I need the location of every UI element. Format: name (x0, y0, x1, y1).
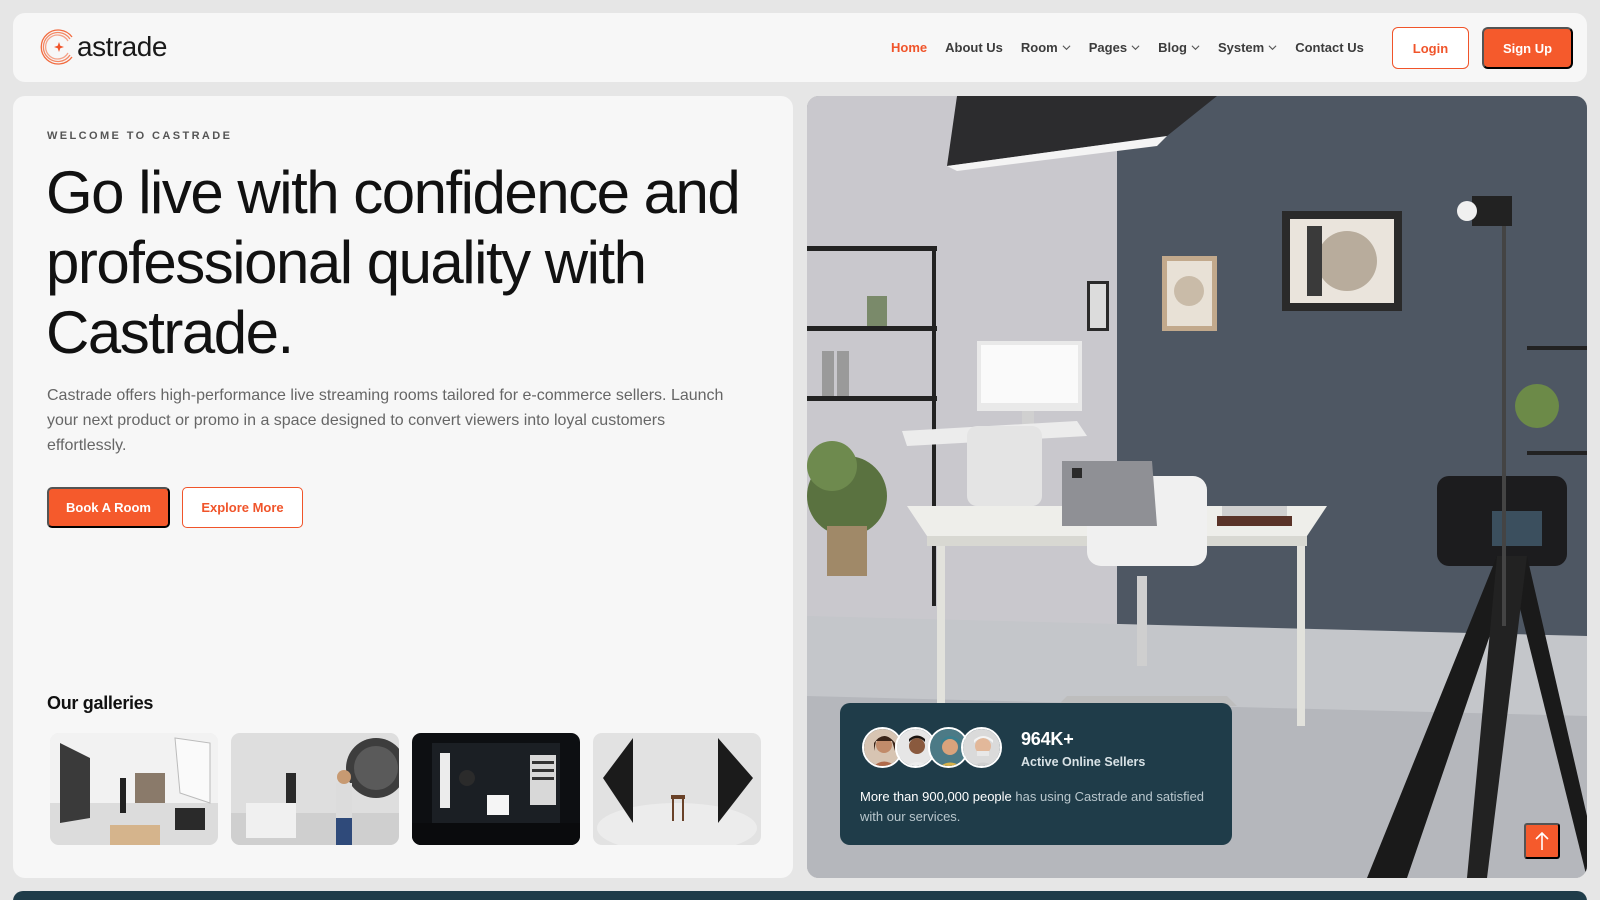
avatar (961, 727, 1002, 768)
gallery-photo-2[interactable] (231, 733, 399, 845)
nav-home[interactable]: Home (891, 40, 927, 55)
nav-pages[interactable]: Pages (1089, 40, 1140, 55)
arrow-up-icon (1535, 831, 1549, 850)
gallery-photo-4[interactable] (593, 733, 761, 845)
signup-button[interactable]: Sign Up (1482, 27, 1573, 69)
nav-system-label: System (1217, 40, 1265, 55)
brand-logo[interactable]: astrade (39, 26, 167, 68)
hero-content-panel: WELCOME TO CASTRADE Go live with confide… (13, 96, 793, 878)
stats-card: 964K+ Active Online Sellers More than 90… (840, 703, 1232, 845)
main-nav: Home About Us Room Pages Blog System Con… (891, 13, 1382, 82)
stats-text-strong: More than 900,000 people (860, 789, 1012, 804)
nav-home-label: Home (891, 40, 928, 55)
nav-about-label: About Us (945, 40, 1003, 55)
stats-description: More than 900,000 people has using Castr… (860, 787, 1220, 827)
nav-contact-us[interactable]: Contact Us (1295, 40, 1364, 55)
chevron-down-icon (1268, 45, 1277, 51)
gallery-strip (50, 733, 774, 845)
explore-more-button[interactable]: Explore More (182, 487, 303, 528)
login-button[interactable]: Login (1392, 27, 1469, 69)
gallery-photo-3[interactable] (412, 733, 580, 845)
chevron-down-icon (1131, 45, 1140, 51)
gallery-photo-1[interactable] (50, 733, 218, 845)
scroll-top-button[interactable] (1524, 823, 1560, 859)
brand-name: astrade (77, 31, 167, 62)
nav-contact-label: Contact Us (1295, 40, 1364, 55)
hero-eyebrow: WELCOME TO CASTRADE (47, 130, 233, 142)
nav-about-us[interactable]: About Us (945, 40, 1003, 55)
castrade-logo-icon (39, 27, 79, 67)
stats-number: 964K+ (1021, 729, 1074, 749)
chevron-down-icon (1191, 45, 1200, 51)
chevron-down-icon (1062, 45, 1071, 51)
nav-room[interactable]: Room (1021, 40, 1071, 55)
nav-room-label: Room (1020, 40, 1058, 55)
next-section-edge (13, 891, 1587, 900)
nav-system[interactable]: System (1218, 40, 1277, 55)
avatar-group (862, 727, 1002, 768)
hero-description: Castrade offers high-performance live st… (47, 387, 724, 454)
nav-blog[interactable]: Blog (1158, 40, 1200, 55)
nav-blog-label: Blog (1158, 40, 1187, 55)
book-room-button[interactable]: Book A Room (47, 487, 170, 528)
top-navbar: astrade Home About Us Room Pages Blog Sy… (13, 13, 1587, 82)
hero-headline: Go live with confidence and professional… (46, 159, 741, 366)
stats-label: Active Online Sellers (1021, 755, 1146, 769)
nav-pages-label: Pages (1088, 40, 1128, 55)
galleries-title: Our galleries (47, 693, 154, 713)
hero-image-panel: 964K+ Active Online Sellers More than 90… (807, 96, 1587, 878)
